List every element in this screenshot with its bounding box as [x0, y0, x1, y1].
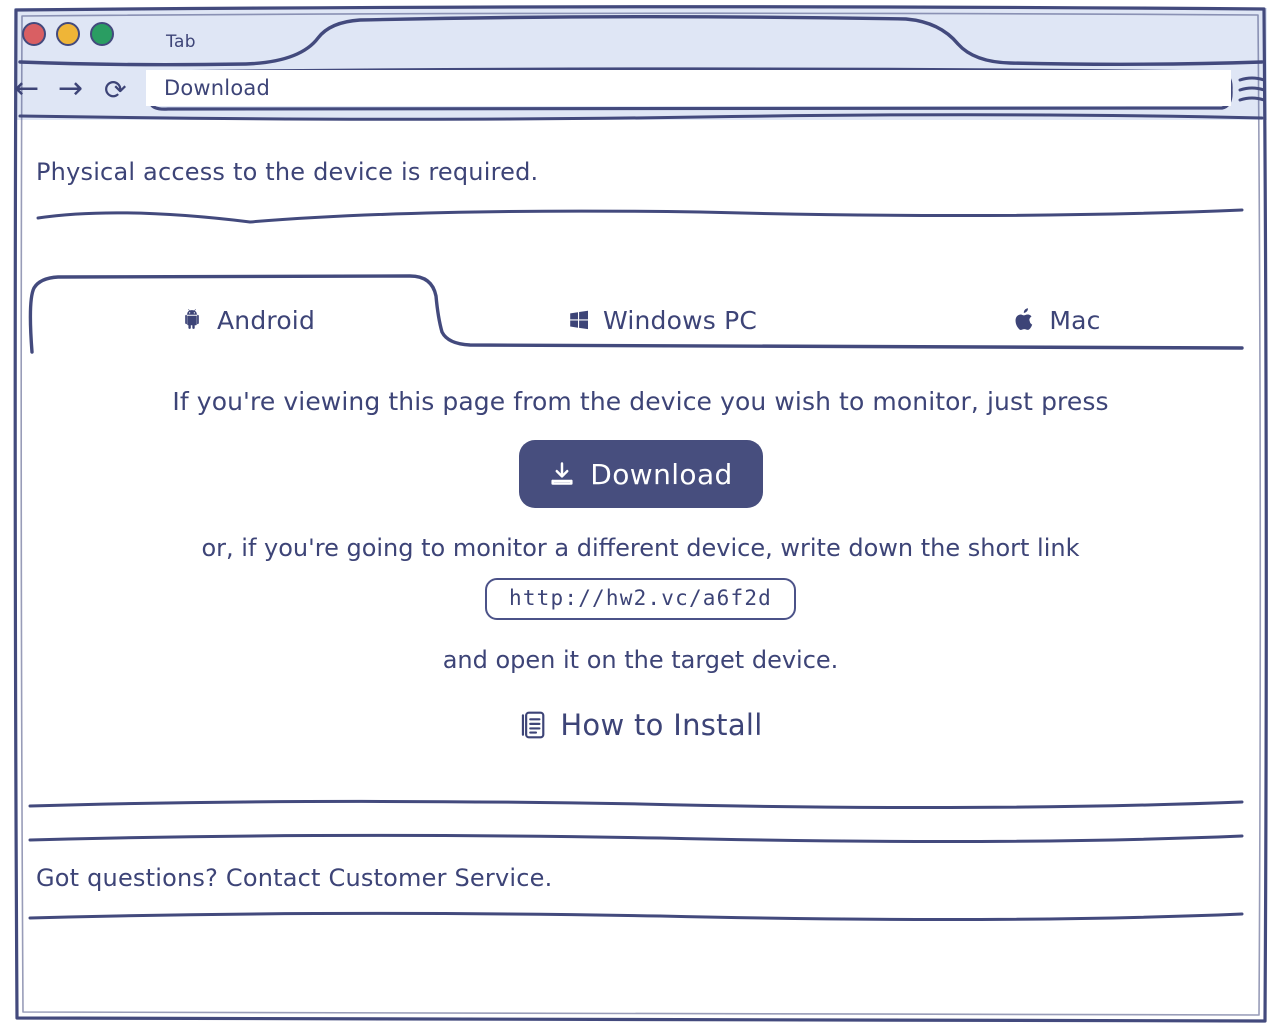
browser-window: Tab ← → ⟳ Download Physical access to th…: [0, 0, 1281, 1025]
window-maximize-button[interactable]: [90, 22, 114, 46]
tab-android-label: Android: [216, 305, 316, 335]
how-to-install-label: How to Install: [560, 708, 763, 742]
browser-tab-label[interactable]: Tab: [166, 32, 196, 52]
address-bar[interactable]: [146, 70, 1231, 106]
android-icon: [179, 307, 205, 333]
alt-instructions-text: or, if you're going to monitor a differe…: [201, 534, 1080, 562]
page-inner: Physical access to the device is require…: [22, 126, 1259, 1014]
tab-windows-label: Windows PC: [602, 305, 758, 335]
customer-service-text[interactable]: Got questions? Contact Customer Service.: [36, 864, 552, 892]
window-close-button[interactable]: [22, 22, 46, 46]
download-pane: If you're viewing this page from the dev…: [22, 359, 1259, 742]
physical-access-notice: Physical access to the device is require…: [36, 158, 539, 186]
download-icon: [548, 460, 576, 488]
tab-mac-label: Mac: [1049, 305, 1101, 335]
download-button-label: Download: [590, 457, 733, 491]
reload-icon[interactable]: ⟳: [104, 76, 127, 106]
open-on-target-text: and open it on the target device.: [442, 646, 839, 674]
back-icon[interactable]: ←: [14, 74, 39, 104]
tab-mac[interactable]: Mac: [862, 281, 1252, 359]
download-button[interactable]: Download: [518, 440, 763, 508]
window-minimize-button[interactable]: [56, 22, 80, 46]
lead-text: If you're viewing this page from the dev…: [172, 387, 1109, 416]
hamburger-menu-icon[interactable]: [1236, 76, 1264, 102]
platform-tabbar: Android Windows PC Mac: [22, 281, 1259, 359]
windows-icon: [567, 308, 591, 332]
apple-icon: [1013, 307, 1037, 333]
tab-windows[interactable]: Windows PC: [462, 281, 862, 359]
short-link-wrap: http://hw2.vc/a6f2d: [22, 578, 1259, 620]
download-button-wrap: Download: [22, 440, 1259, 508]
forward-icon[interactable]: →: [58, 74, 83, 104]
address-bar-value[interactable]: Download: [164, 76, 270, 100]
how-to-install-wrap: How to Install: [22, 708, 1259, 742]
tab-android[interactable]: Android: [32, 281, 462, 359]
short-link-value[interactable]: http://hw2.vc/a6f2d: [484, 578, 797, 620]
document-list-icon: [518, 709, 548, 741]
how-to-install-link[interactable]: How to Install: [518, 708, 762, 742]
